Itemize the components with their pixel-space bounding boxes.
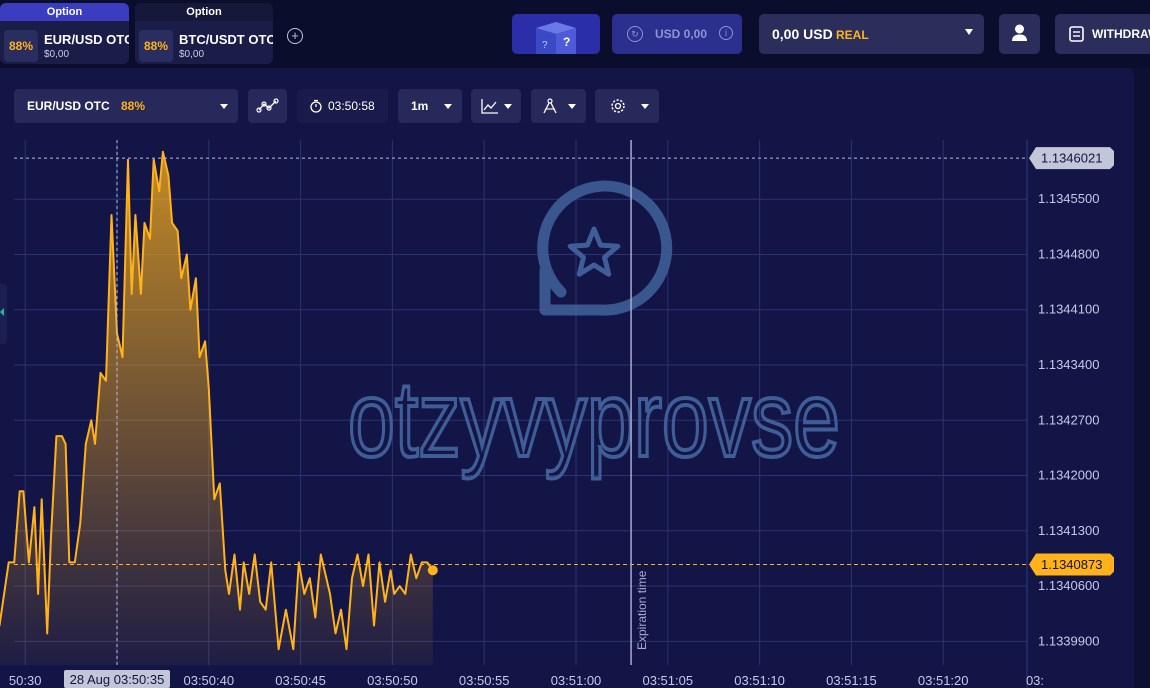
y-tick-label: 1.1342000 xyxy=(1038,468,1099,483)
x-tick-label: 03:51:00 xyxy=(551,673,602,688)
indicators-icon xyxy=(256,98,279,113)
gear-icon xyxy=(611,99,625,113)
selected-asset-payout: 88% xyxy=(121,99,146,113)
x-tick-label: 50:30 xyxy=(9,673,42,688)
watermark-star-icon xyxy=(567,226,621,277)
x-tick-label: 03:50:45 xyxy=(275,673,326,688)
y-tick-label: 1.1340600 xyxy=(1038,578,1099,593)
high-price-label: 1.1346021 xyxy=(1041,151,1102,166)
x-tick-label: 03:50:55 xyxy=(459,673,510,688)
expiry-timer[interactable]: 03:50:58 xyxy=(297,89,388,123)
y-tick-label: 1.1341300 xyxy=(1038,523,1099,538)
x-tick-label: 03:51:20 xyxy=(918,673,969,688)
expiration-label: Expiration time xyxy=(635,570,649,650)
stopwatch-icon xyxy=(310,99,322,113)
compass-icon xyxy=(543,98,557,114)
chart-settings-selector[interactable] xyxy=(595,89,659,123)
drawing-tools-selector[interactable] xyxy=(531,89,586,123)
x-tick-label: 03:51:05 xyxy=(642,673,693,688)
line-chart-icon xyxy=(481,99,498,114)
y-tick-label: 1.1343400 xyxy=(1038,357,1099,372)
x-tick-label: 03:51:10 xyxy=(734,673,785,688)
y-tick-label: 1.1345500 xyxy=(1038,191,1099,206)
y-tick-label: 1.1344100 xyxy=(1038,302,1099,317)
x-tick-label: 03: xyxy=(1026,673,1044,688)
selected-asset-name: EUR/USD OTC xyxy=(27,99,110,113)
y-tick-label: 1.1339900 xyxy=(1038,633,1099,648)
y-tick-label: 1.1342700 xyxy=(1038,412,1099,427)
chevron-down-icon xyxy=(641,104,649,109)
chevron-down-icon xyxy=(220,104,228,109)
x-tick-label: 03:51:15 xyxy=(826,673,877,688)
current-price-dot xyxy=(427,565,438,576)
x-tick-label: 03:50:50 xyxy=(367,673,418,688)
watermark-text: otzyvyprovse xyxy=(348,358,840,479)
timer-value: 03:50:58 xyxy=(328,99,375,113)
chevron-down-icon xyxy=(568,104,576,109)
timeframe-selector[interactable]: 1m xyxy=(398,89,462,123)
chart-type-selector[interactable] xyxy=(471,89,521,123)
indicators-button[interactable] xyxy=(248,89,287,123)
x-tick-label: 03:50:40 xyxy=(183,673,234,688)
watermark-logo-icon xyxy=(537,180,673,316)
y-tick-label: 1.1344800 xyxy=(1038,246,1099,261)
crosshair-time-label: 28 Aug 03:50:35 xyxy=(70,672,165,687)
current-price-label: 1.1340873 xyxy=(1041,557,1102,572)
asset-selector[interactable]: EUR/USD OTC 88% xyxy=(14,89,238,123)
timeframe-value: 1m xyxy=(411,99,429,113)
chevron-down-icon xyxy=(504,104,512,109)
chevron-down-icon xyxy=(444,104,452,109)
